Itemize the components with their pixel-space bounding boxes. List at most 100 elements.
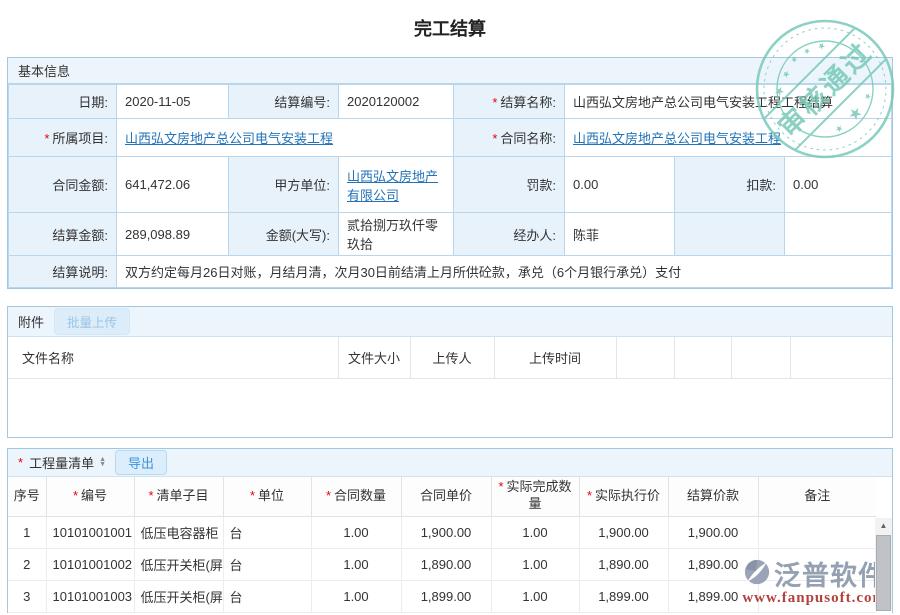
party-a-label: 甲方单位: [229,157,339,213]
col-item-label: 清单子目 [157,488,209,503]
export-button[interactable]: 导出 [115,450,167,475]
col-code: *编号 [46,477,134,517]
empty-label-cell [675,213,785,256]
cell-actual-qty: 1.00 [491,549,579,581]
date-label: 日期: [9,85,117,119]
party-a-link[interactable]: 山西弘文房地产有限公司 [347,169,438,203]
col-index: 序号 [8,477,46,517]
star-icon: ★ [801,45,812,56]
star-icon: ★ [815,39,828,52]
cell-code: 10101001001 [46,517,134,549]
required-marker: * [492,95,497,110]
party-a-value: 山西弘文房地产有限公司 [339,157,454,213]
cell-actual-qty: 1.00 [491,581,579,613]
attachments-title: 附件 [18,312,44,331]
cell-index: 2 [8,549,46,581]
amount-in-words-label: 金额(大写): [229,213,339,256]
contract-amount-value: 641,472.06 [117,157,229,213]
scroll-up-icon[interactable]: ▲ [875,518,892,534]
attachments-table: 文件名称 文件大小 上传人 上传时间 [8,337,892,379]
cell-actual-qty: 1.00 [491,517,579,549]
attachment-col-empty [790,337,892,378]
settlement-amount-value: 289,098.89 [117,213,229,256]
required-marker: * [326,488,331,503]
cell-contract-price: 1,899.00 [401,581,491,613]
cell-code: 10101001002 [46,549,134,581]
page-title: 完工结算 [0,15,900,41]
cell-unit: 台 [223,549,311,581]
col-actual-qty: * 实际完成数量 [491,477,579,517]
cell-item: 低压电容器柜 [134,517,223,549]
col-actual-qty-label: 实际完成数量 [507,479,572,511]
cell-code: 10101001003 [46,581,134,613]
required-marker: * [587,488,592,503]
contract-name-value: 山西弘文房地产总公司电气安装工程 [565,119,892,157]
note-value: 双方约定每月26日对账，月结月清，次月30日前结清上月所供砼款，承兑（6个月银行… [117,256,892,288]
scrollbar-thumb[interactable] [876,535,891,611]
required-marker: * [18,455,23,470]
col-unit-label: 单位 [258,488,284,503]
col-remark: 备注 [758,477,876,517]
handler-label: 经办人: [454,213,565,256]
attachment-col-empty [731,337,790,378]
contract-name-link[interactable]: 山西弘文房地产总公司电气安装工程 [573,131,781,146]
basic-info-title: 基本信息 [18,61,70,80]
deduction-value: 0.00 [785,157,892,213]
project-label-text: 所属项目: [52,131,108,146]
cell-item: 低压开关柜(屏) [134,581,223,613]
settlement-name-label-text: 结算名称: [500,95,556,110]
attachment-col-empty [616,337,674,378]
col-unit: *单位 [223,477,311,517]
batch-upload-button[interactable]: 批量上传 [54,308,130,335]
vertical-scrollbar[interactable]: ▲ [875,518,892,610]
boq-title: 工程量清单 [29,453,94,472]
cell-actual-price: 1,890.00 [579,549,668,581]
basic-info-section: 基本信息 日期: 2020-11-05 结算编号: 2020120002 *结算… [7,57,893,289]
note-label: 结算说明: [9,256,117,288]
watermark-url: www.fanpusoft.com [742,590,886,607]
required-marker: * [73,488,78,503]
empty-value-cell [785,213,892,256]
cell-contract-price: 1,900.00 [401,517,491,549]
col-settlement-price: 结算价款 [668,477,758,517]
penalty-value: 0.00 [565,157,675,213]
sort-icon[interactable]: ▲ ▼ [99,457,106,467]
cell-actual-price: 1,900.00 [579,517,668,549]
attachment-col-uploadtime: 上传时间 [494,337,616,378]
attachment-col-filesize: 文件大小 [338,337,410,378]
contract-name-label-text: 合同名称: [500,131,556,146]
required-marker: * [250,488,255,503]
settlement-no-label: 结算编号: [229,85,339,119]
col-actual-price-label: 实际执行价 [595,488,660,503]
watermark-brand: 泛普软件 [774,554,886,593]
basic-info-header: 基本信息 [8,58,892,84]
cell-contract-price: 1,890.00 [401,549,491,581]
vendor-watermark: 泛普软件 www.fanpusoft.com [742,554,886,607]
cell-remark [758,517,876,549]
contract-amount-label: 合同金额: [9,157,117,213]
settlement-no-value: 2020120002 [339,85,454,119]
deduction-label: 扣款: [675,157,785,213]
cell-index: 3 [8,581,46,613]
required-marker: * [498,479,503,494]
contract-name-label: *合同名称: [454,119,565,157]
settlement-name-value: 山西弘文房地产总公司电气安装工程工程结算 [565,85,892,119]
required-marker: * [148,488,153,503]
col-code-label: 编号 [81,488,107,503]
attachment-col-empty [674,337,731,378]
cell-unit: 台 [223,581,311,613]
fanpu-logo-icon [743,558,771,589]
cell-unit: 台 [223,517,311,549]
col-contract-price: 合同单价 [401,477,491,517]
required-marker: * [492,131,497,146]
col-item: * 清单子目 [134,477,223,517]
cell-actual-price: 1,899.00 [579,581,668,613]
date-value: 2020-11-05 [117,85,229,119]
project-link[interactable]: 山西弘文房地产总公司电气安装工程 [125,131,333,146]
attachment-col-filename: 文件名称 [8,337,338,378]
cell-index: 1 [8,517,46,549]
amount-in-words-value: 贰拾捌万玖仟零玖拾 [339,213,454,256]
cell-contract-qty: 1.00 [311,517,401,549]
handler-value: 陈菲 [565,213,675,256]
attachment-col-uploader: 上传人 [410,337,494,378]
